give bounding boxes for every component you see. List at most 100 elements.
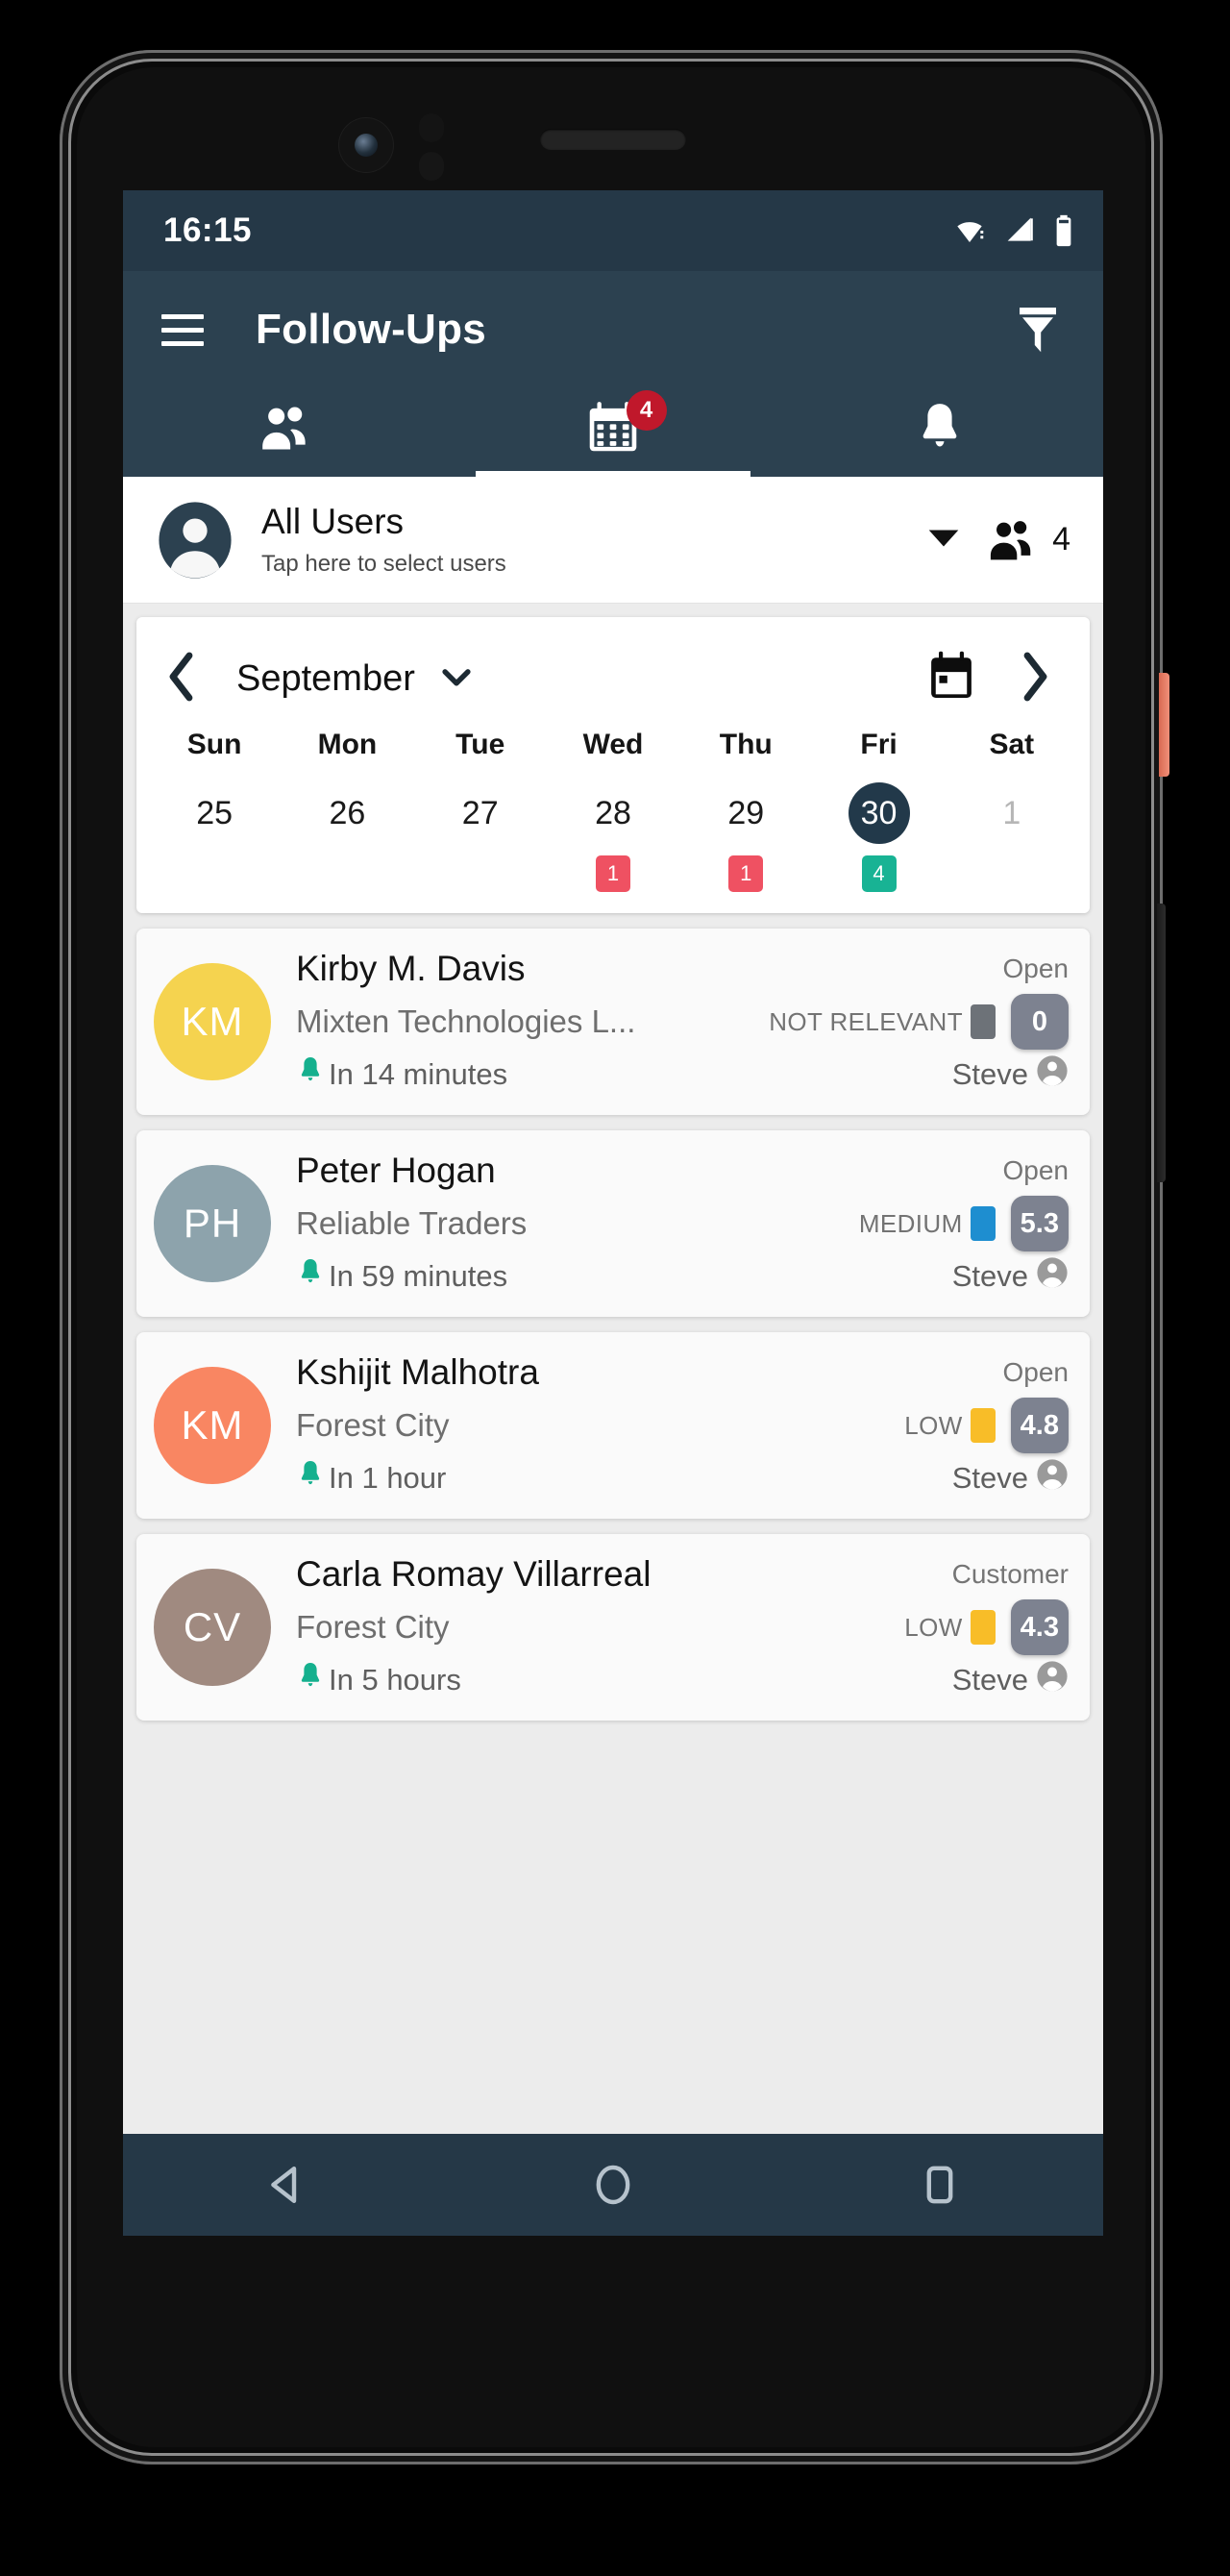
home-button[interactable] (450, 2162, 776, 2208)
due-time-group: In 1 hour (296, 1458, 446, 1499)
calendar-month-label[interactable]: September (236, 658, 415, 700)
hamburger-menu-icon[interactable] (161, 313, 204, 346)
status-icons (951, 214, 1074, 247)
followup-title-row: Kshijit Malhotra Open (296, 1347, 1069, 1399)
calendar-date-icon[interactable] (924, 649, 978, 709)
next-week-button[interactable] (1017, 650, 1053, 708)
calendar-weekday-wed: Wed (582, 729, 644, 760)
followup-title-row: Kirby M. Davis Open (296, 943, 1069, 995)
followup-card-body: Kshijit Malhotra Open Forest City LOW 4.8 In … (296, 1347, 1069, 1504)
tab-contacts[interactable] (123, 388, 450, 477)
proximity-sensor-icon (419, 113, 444, 142)
calendar-weekday-mon: Mon (317, 729, 378, 760)
calendar-day-badge: 1 (728, 855, 764, 892)
status-badge: Open (1002, 954, 1070, 983)
previous-week-button[interactable] (163, 650, 200, 708)
followup-title-row: Peter Hogan Open (296, 1145, 1069, 1197)
calendar-day-25[interactable]: 25 (148, 782, 281, 892)
status-badge: Customer (951, 1559, 1069, 1589)
priority-color-swatch (970, 1408, 996, 1443)
caret-down-icon[interactable] (927, 528, 960, 553)
contact-name: Peter Hogan (296, 1151, 496, 1190)
score-badge: 0 (1011, 994, 1069, 1050)
tab-followups[interactable]: 4 (450, 388, 776, 477)
calendar-day-1[interactable]: 1 (946, 782, 1078, 892)
followup-card-body: Kirby M. Davis Open Mixten Technologies L.… (296, 943, 1069, 1101)
followup-footer-row: In 1 hour Steve (296, 1452, 1069, 1504)
volume-button[interactable] (1157, 904, 1166, 1182)
priority-label: MEDIUM (858, 1208, 963, 1238)
person-icon (1036, 1660, 1069, 1700)
followup-meta-row: Reliable Traders MEDIUM 5.3 (296, 1196, 1069, 1251)
due-time-label: In 14 minutes (329, 1057, 508, 1091)
priority-color-swatch (970, 1610, 996, 1645)
filter-funnel-icon[interactable] (1015, 304, 1061, 360)
status-clock: 16:15 (163, 211, 253, 249)
priority-color-swatch (970, 1206, 996, 1241)
app-bar: Follow-Ups (123, 271, 1103, 388)
tab-notifications[interactable] (776, 388, 1103, 477)
calendar-weekday-tue: Tue (455, 729, 505, 760)
page-title: Follow-Ups (256, 306, 487, 353)
priority-score-group: NOT RELEVANT 0 (757, 994, 1069, 1050)
calendar-day-28[interactable]: 28 1 (547, 782, 679, 892)
followup-meta-row: Mixten Technologies L... NOT RELEVANT 0 (296, 994, 1069, 1050)
calendar-day-30[interactable]: 30 4 (812, 782, 945, 892)
company-name: Reliable Traders (296, 1205, 528, 1241)
calendar-weekday-sun: Sun (186, 729, 242, 760)
followup-card[interactable]: PH Peter Hogan Open Reliable Traders MEDIUM 5… (136, 1130, 1090, 1317)
chevron-down-icon[interactable] (440, 665, 473, 693)
recents-button[interactable] (776, 2162, 1103, 2208)
score-badge: 4.8 (1010, 1398, 1069, 1453)
recents-square-icon (926, 2166, 953, 2204)
due-time-group: In 59 minutes (296, 1256, 507, 1297)
followup-card[interactable]: CV Carla Romay Villarreal Customer Forest C… (136, 1534, 1090, 1721)
calendar-day-29[interactable]: 29 1 (679, 782, 812, 892)
contact-name: Kshijit Malhotra (296, 1352, 539, 1392)
calendar-day-badge-empty (330, 855, 364, 892)
calendar-day-number: 26 (329, 795, 366, 831)
status-badge: Open (1002, 1155, 1070, 1185)
power-button[interactable] (1159, 673, 1169, 777)
status-badge: Open (1002, 1357, 1070, 1387)
followup-footer-row: In 59 minutes Steve (296, 1251, 1069, 1302)
calendar-day-number: 1 (1002, 795, 1021, 831)
calendar-day-number: 27 (461, 795, 499, 831)
calendar-day-27[interactable]: 27 (414, 782, 547, 892)
priority-label: LOW (904, 1612, 963, 1642)
user-count-group[interactable]: 4 (985, 515, 1070, 565)
calendar-strip-card: September Sun Mon Tue Wed Thu Fri Sat 25 26 27 28… (136, 617, 1090, 913)
avatar: PH (154, 1165, 271, 1282)
score-badge: 5.3 (1010, 1196, 1069, 1251)
company-name: Forest City (296, 1609, 450, 1645)
tab-badge-count: 4 (626, 390, 667, 431)
user-selector-row[interactable]: All Users Tap here to select users 4 (123, 477, 1103, 604)
tab-bar: 4 (123, 388, 1103, 477)
signal-icon (1007, 217, 1033, 241)
followup-card[interactable]: KM Kirby M. Davis Open Mixten Technologies … (136, 929, 1090, 1115)
calendar-day-26[interactable]: 26 (281, 782, 413, 892)
bell-icon (296, 1458, 325, 1499)
followup-title-row: Carla Romay Villarreal Customer (296, 1548, 1069, 1600)
followup-footer-row: In 14 minutes Steve (296, 1049, 1069, 1101)
person-circle-icon (159, 501, 232, 579)
owner-group: Steve (952, 1256, 1069, 1297)
owner-name: Steve (951, 1461, 1028, 1495)
followup-list: KM Kirby M. Davis Open Mixten Technologies … (123, 929, 1103, 1721)
priority-score-group: LOW 4.3 (893, 1599, 1069, 1655)
followup-meta-row: Forest City LOW 4.8 (296, 1398, 1069, 1453)
calendar-weekday-row: Sun Mon Tue Wed Thu Fri Sat (136, 729, 1090, 761)
priority-label: NOT RELEVANT (769, 1006, 963, 1036)
calendar-day-badge-empty (197, 855, 232, 892)
calendar-weekday-sat: Sat (989, 729, 1035, 760)
back-button[interactable] (123, 2162, 450, 2208)
followup-card[interactable]: KM Kshijit Malhotra Open Forest City LOW 4.8 I… (136, 1332, 1090, 1519)
followup-card-body: Carla Romay Villarreal Customer Forest Cit… (296, 1548, 1069, 1706)
avatar: KM (154, 963, 271, 1080)
owner-group: Steve (952, 1458, 1069, 1499)
calendar-day-badge-empty (995, 855, 1029, 892)
calendar-day-number: 25 (196, 795, 234, 831)
android-nav-bar (123, 2134, 1103, 2236)
user-count-value: 4 (1052, 521, 1070, 557)
owner-group: Steve (952, 1054, 1069, 1095)
